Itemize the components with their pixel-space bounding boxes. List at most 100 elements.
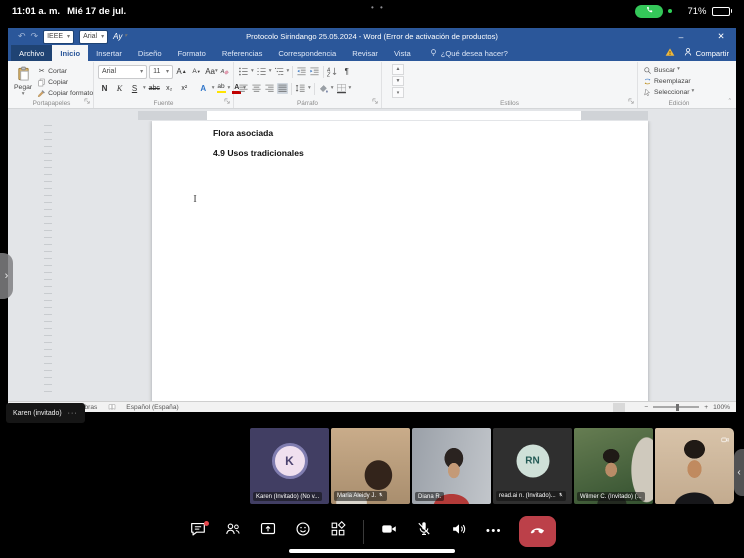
collapse-ribbon-icon[interactable]: ˆ	[729, 99, 731, 106]
zoom-in-button[interactable]: +	[704, 404, 708, 411]
reactions-button[interactable]	[293, 522, 313, 542]
camera-switch-icon[interactable]	[720, 432, 730, 450]
participant-tile[interactable]: RN read.ai n. (Invitado)...	[493, 428, 572, 504]
numbered-list-icon[interactable]	[256, 66, 267, 77]
chat-button[interactable]	[188, 522, 208, 542]
line-spacing-icon[interactable]	[295, 83, 306, 94]
self-video-tile[interactable]	[655, 428, 734, 504]
redo-icon[interactable]: ↷	[31, 32, 39, 41]
select-button[interactable]: Seleccionar▾	[642, 87, 695, 97]
subscript-button[interactable]: x₂	[163, 83, 176, 95]
tell-me-box[interactable]: ¿Qué desea hacer?	[429, 45, 508, 61]
citation-style-combo[interactable]: IEEE▾	[43, 30, 74, 44]
increase-indent-icon[interactable]	[309, 66, 320, 77]
collapse-strip-handle[interactable]: ‹	[734, 449, 744, 496]
tab-revisar[interactable]: Revisar	[344, 45, 386, 61]
quick-font-combo[interactable]: Arial▾	[79, 30, 108, 44]
font-name-combo[interactable]: Arial▾	[98, 65, 147, 79]
bold-button[interactable]: N	[98, 83, 111, 95]
more-options-button[interactable]: •••	[484, 522, 504, 542]
align-center-icon[interactable]	[251, 83, 262, 94]
gallery-more-icon[interactable]: ▾	[392, 87, 404, 98]
paste-button[interactable]: Pegar▾	[14, 64, 32, 98]
replace-button[interactable]: Reemplazar	[642, 76, 695, 86]
restore-button[interactable]	[691, 28, 711, 45]
multilevel-list-icon[interactable]	[274, 66, 285, 77]
clipboard-dialog-launcher[interactable]	[84, 98, 91, 107]
font-dialog-launcher[interactable]	[224, 98, 231, 107]
participant-tile[interactable]: Diana R.	[412, 428, 491, 504]
web-layout-icon[interactable]	[627, 403, 639, 412]
highlight-button[interactable]: ab	[217, 84, 226, 94]
align-right-icon[interactable]	[264, 83, 275, 94]
hang-up-button[interactable]	[519, 516, 556, 547]
superscript-button[interactable]: x²	[178, 83, 191, 95]
zoom-level[interactable]: 100%	[713, 404, 730, 411]
participant-name: Wilmer C. (Invitado) (...	[577, 492, 645, 501]
grow-font-button[interactable]: A▲	[175, 66, 188, 78]
text-effects-button[interactable]: A	[197, 83, 210, 95]
share-button[interactable]: Compartir	[683, 47, 729, 59]
participants-button[interactable]	[223, 522, 243, 542]
decrease-indent-icon[interactable]	[296, 66, 307, 77]
close-button[interactable]: ✕	[711, 28, 731, 45]
clear-formatting-icon[interactable]: A	[220, 67, 229, 76]
ink-style-tool[interactable]: Ay▾	[113, 32, 127, 41]
underline-button[interactable]: S	[128, 83, 141, 95]
tab-formato[interactable]: Formato	[170, 45, 214, 61]
print-layout-icon[interactable]	[613, 403, 625, 412]
active-call-pill[interactable]	[635, 5, 663, 18]
sort-icon[interactable]: AZ	[327, 66, 338, 77]
copy-button[interactable]: Copiar	[36, 77, 94, 87]
participant-tile[interactable]: Wilmer C. (Invitado) (...	[574, 428, 653, 504]
camera-button[interactable]	[379, 522, 399, 542]
tab-archivo[interactable]: Archivo	[11, 45, 52, 61]
bullet-list-icon[interactable]	[238, 66, 249, 77]
camera-icon	[380, 520, 398, 543]
undo-icon[interactable]: ↶	[18, 32, 26, 41]
borders-icon[interactable]	[336, 83, 347, 94]
participant-tile[interactable]: Maria Aleidy J.	[331, 428, 410, 504]
tab-diseño[interactable]: Diseño	[130, 45, 170, 61]
justify-icon[interactable]	[277, 83, 288, 94]
shrink-font-button[interactable]: A▼	[190, 66, 203, 78]
tab-correspondencia[interactable]: Correspondencia	[270, 45, 344, 61]
strikethrough-button[interactable]: abc	[148, 83, 161, 95]
badge-more-icon[interactable]: ···	[68, 410, 78, 417]
horizontal-ruler[interactable]	[138, 111, 648, 120]
change-case-button[interactable]: Aa▾	[205, 66, 218, 78]
styles-dialog-launcher[interactable]	[628, 98, 635, 107]
apps-button[interactable]	[328, 522, 348, 542]
tab-referencias[interactable]: Referencias	[214, 45, 271, 61]
participant-tile[interactable]: K Karen (Invitado) (No v...	[250, 428, 329, 504]
align-left-icon[interactable]	[238, 83, 249, 94]
warning-icon[interactable]	[665, 47, 675, 59]
tab-vista[interactable]: Vista	[386, 45, 419, 61]
audio-button[interactable]	[449, 522, 469, 542]
pilcrow-button[interactable]: ¶	[340, 66, 353, 78]
presenter-badge[interactable]: Karen (invitado) ···	[6, 403, 85, 423]
shading-icon[interactable]	[318, 83, 329, 94]
mute-button[interactable]	[414, 522, 434, 542]
tab-insertar[interactable]: Insertar	[88, 45, 130, 61]
share-screen-button[interactable]	[258, 522, 278, 542]
gallery-up-icon[interactable]: ▲	[392, 64, 404, 75]
gallery-down-icon[interactable]: ▼	[392, 76, 404, 87]
font-size-combo[interactable]: 11▾	[149, 65, 173, 79]
paragraph-dialog-launcher[interactable]	[372, 98, 379, 107]
cut-button[interactable]: ✂Cortar	[36, 66, 94, 76]
zoom-out-button[interactable]: −	[644, 404, 648, 411]
slideover-handle[interactable]: ›	[0, 253, 13, 299]
proofing-icon[interactable]	[106, 402, 117, 413]
zoom-slider[interactable]	[653, 406, 699, 408]
ribbon-display-options-icon[interactable]	[651, 28, 671, 45]
format-painter-button[interactable]: Copiar formato	[36, 88, 94, 98]
read-mode-icon[interactable]	[599, 403, 611, 412]
document-page[interactable]: Flora asociada 4.9 Usos tradicionales	[152, 121, 648, 401]
language-status[interactable]: Español (España)	[126, 404, 178, 411]
italic-button[interactable]: K	[113, 83, 126, 95]
find-button[interactable]: Buscar▾	[642, 65, 695, 75]
home-indicator[interactable]	[289, 549, 455, 553]
minimize-button[interactable]: –	[671, 28, 691, 45]
tab-inicio[interactable]: Inicio	[52, 45, 88, 61]
